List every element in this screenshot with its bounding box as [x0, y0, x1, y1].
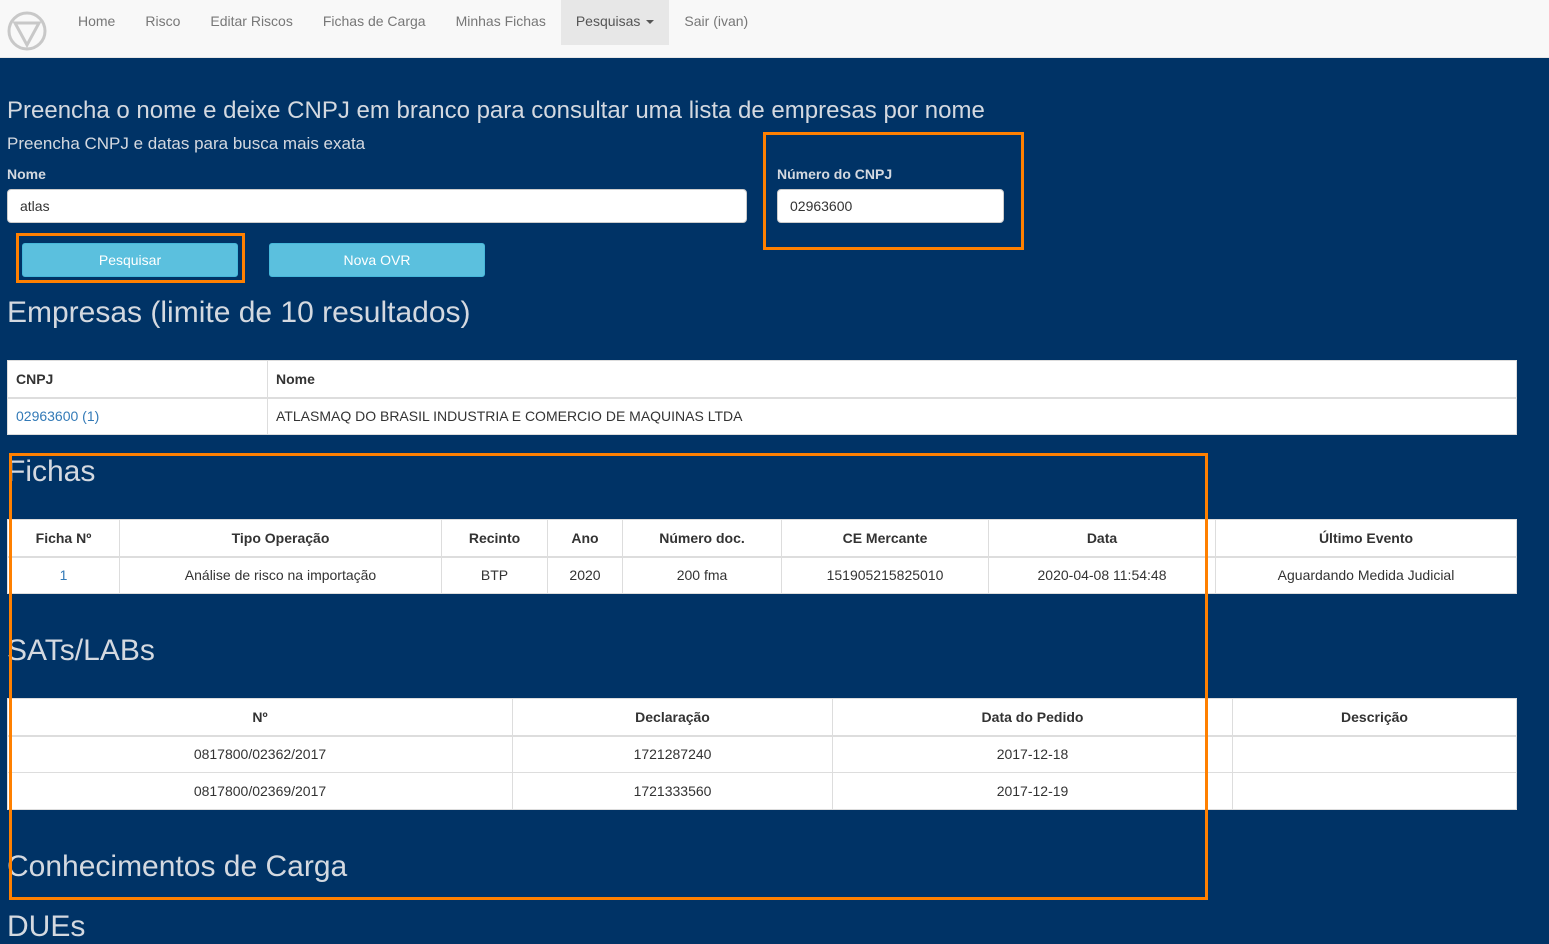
logo-icon[interactable] [7, 11, 47, 51]
table-header-row: Ficha Nº Tipo Operação Recinto Ano Númer… [7, 519, 1517, 558]
cell-ce-mercante: 151905215825010 [781, 556, 989, 594]
fichas-title: Fichas [7, 455, 96, 488]
cell-descricao [1232, 772, 1517, 810]
cnpj-label: Número do CNPJ [777, 166, 893, 182]
navbar: Home Risco Editar Riscos Fichas de Carga… [0, 0, 1549, 58]
nav-home[interactable]: Home [63, 0, 130, 45]
cell-ano: 2020 [547, 556, 623, 594]
cell-ultimo-evento: Aguardando Medida Judicial [1215, 556, 1517, 594]
cell-ficha-numero: 1 [7, 556, 120, 594]
table-row: 02963600 (1) ATLASMAQ DO BRASIL INDUSTRI… [7, 397, 1517, 435]
nav-sair[interactable]: Sair (ivan) [669, 0, 763, 45]
table-row: 1 Análise de risco na importação BTP 202… [7, 556, 1517, 594]
cell-numero-doc: 200 fma [622, 556, 782, 594]
sats-title: SATs/LABs [7, 634, 155, 667]
new-ovr-button[interactable]: Nova OVR [269, 243, 485, 277]
ficha-link[interactable]: 1 [60, 567, 68, 583]
col-numero-doc: Número doc. [622, 519, 782, 558]
col-nome: Nome [267, 360, 1517, 399]
col-recinto: Recinto [441, 519, 548, 558]
table-row: 0817800/02362/2017 1721287240 2017-12-18 [7, 735, 1517, 773]
table-header-row: Nº Declaração Data do Pedido Descrição [7, 698, 1517, 737]
nav-editar-riscos[interactable]: Editar Riscos [195, 0, 307, 45]
cell-recinto: BTP [441, 556, 548, 594]
conhecimentos-title: Conhecimentos de Carga [7, 850, 348, 883]
col-ce-mercante: CE Mercante [781, 519, 989, 558]
empresas-title: Empresas (limite de 10 resultados) [7, 296, 471, 329]
nome-input[interactable] [7, 189, 747, 223]
nav-menu: Home Risco Editar Riscos Fichas de Carga… [63, 0, 763, 45]
empresas-table: CNPJ Nome 02963600 (1) ATLASMAQ DO BRASI… [7, 360, 1517, 435]
nav-risco[interactable]: Risco [130, 0, 195, 45]
form-subinstruction: Preencha CNPJ e datas para busca mais ex… [7, 134, 366, 153]
table-header-row: CNPJ Nome [7, 360, 1517, 399]
col-data-pedido: Data do Pedido [832, 698, 1233, 737]
cnpj-link[interactable]: 02963600 (1) [16, 408, 99, 424]
sats-table: Nº Declaração Data do Pedido Descrição 0… [7, 698, 1517, 810]
cell-descricao [1232, 735, 1517, 773]
cell-tipo-operacao: Análise de risco na importação [119, 556, 442, 594]
col-numero: Nº [7, 698, 513, 737]
cell-declaracao: 1721287240 [512, 735, 833, 773]
cell-data: 2020-04-08 11:54:48 [988, 556, 1216, 594]
cell-nome: ATLASMAQ DO BRASIL INDUSTRIA E COMERCIO … [267, 397, 1517, 435]
col-cnpj: CNPJ [7, 360, 268, 399]
dues-title: DUEs [7, 910, 86, 943]
cnpj-input[interactable] [777, 189, 1004, 223]
nome-label: Nome [7, 166, 46, 182]
col-ficha-numero: Ficha Nº [7, 519, 120, 558]
caret-down-icon [646, 20, 655, 25]
form-instruction: Preencha o nome e deixe CNPJ em branco p… [7, 97, 985, 124]
col-descricao: Descrição [1232, 698, 1517, 737]
cell-numero: 0817800/02362/2017 [7, 735, 513, 773]
cell-data-pedido: 2017-12-19 [832, 772, 1233, 810]
col-data: Data [988, 519, 1216, 558]
cell-cnpj: 02963600 (1) [7, 397, 268, 435]
cell-data-pedido: 2017-12-18 [832, 735, 1233, 773]
search-button[interactable]: Pesquisar [22, 243, 238, 277]
table-row: 0817800/02369/2017 1721333560 2017-12-19 [7, 772, 1517, 810]
col-declaracao: Declaração [512, 698, 833, 737]
nav-fichas-de-carga[interactable]: Fichas de Carga [308, 0, 441, 45]
fichas-table: Ficha Nº Tipo Operação Recinto Ano Númer… [7, 519, 1517, 594]
nav-pesquisas-label: Pesquisas [575, 13, 641, 29]
cell-declaracao: 1721333560 [512, 772, 833, 810]
nav-minhas-fichas[interactable]: Minhas Fichas [441, 0, 561, 45]
col-ano: Ano [547, 519, 623, 558]
cell-numero: 0817800/02369/2017 [7, 772, 513, 810]
col-ultimo-evento: Último Evento [1215, 519, 1517, 558]
nav-pesquisas-dropdown[interactable]: Pesquisas [560, 0, 670, 45]
col-tipo-operacao: Tipo Operação [119, 519, 442, 558]
